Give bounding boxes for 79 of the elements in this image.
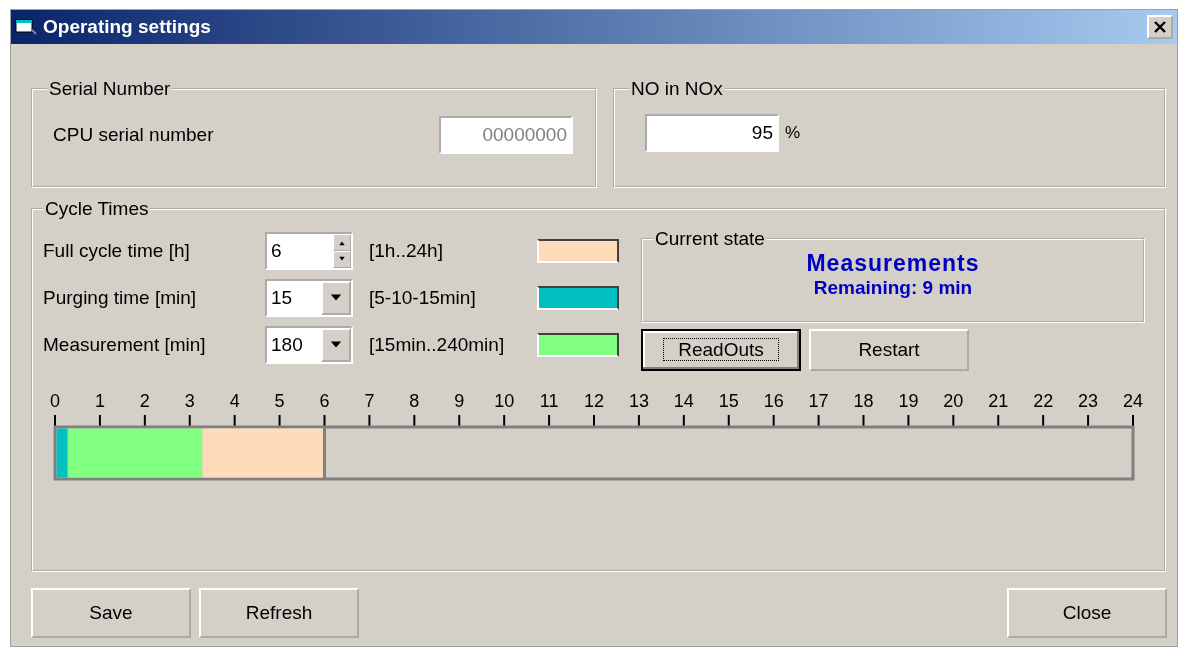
tick-label: 2 bbox=[139, 391, 150, 411]
close-button[interactable] bbox=[1147, 15, 1173, 39]
window-title: Operating settings bbox=[43, 16, 212, 38]
field-label: CPU serial number bbox=[53, 124, 214, 146]
tick-label: 17 bbox=[808, 391, 829, 411]
tick-mark bbox=[952, 414, 955, 428]
setting-label: Full cycle time [h] bbox=[43, 240, 191, 262]
refresh-button[interactable]: Refresh bbox=[199, 588, 359, 638]
tick-label: 20 bbox=[943, 391, 964, 411]
tick-label: 1 bbox=[94, 391, 105, 411]
dropdown[interactable]: 15 bbox=[265, 279, 353, 317]
tick-mark bbox=[907, 414, 910, 428]
tick-label: 24 bbox=[1123, 391, 1143, 411]
tick-label: 21 bbox=[988, 391, 1009, 411]
percentage-field[interactable]: 95 bbox=[645, 114, 779, 152]
tick-mark bbox=[503, 414, 506, 428]
spin-up-icon[interactable] bbox=[333, 234, 351, 251]
close-icon bbox=[1153, 21, 1167, 33]
range-label: [5-10-15min] bbox=[369, 287, 477, 309]
tick-mark bbox=[862, 414, 865, 428]
range-label: [15min..240min] bbox=[369, 334, 506, 356]
state-name: Measurements bbox=[805, 250, 981, 277]
tick-mark bbox=[323, 414, 326, 428]
setting-label: Purging time [min] bbox=[43, 287, 198, 309]
readouts-button[interactable]: ReadOuts bbox=[641, 329, 801, 371]
tick-label: 7 bbox=[364, 391, 375, 411]
tick-label: 4 bbox=[229, 391, 240, 411]
tick-label: 13 bbox=[628, 391, 649, 411]
tick-label: 16 bbox=[763, 391, 784, 411]
group-title: Serial Number bbox=[48, 78, 172, 100]
tick-label: 14 bbox=[673, 391, 694, 411]
group-title: Current state bbox=[654, 228, 766, 250]
tick-mark bbox=[458, 414, 461, 428]
restart-button[interactable]: Restart bbox=[809, 329, 969, 371]
tick-mark bbox=[637, 414, 640, 428]
window-icon bbox=[15, 18, 37, 36]
tick-mark bbox=[1132, 414, 1134, 428]
group-title: NO in NOx bbox=[630, 78, 724, 100]
tick-mark bbox=[188, 414, 191, 428]
tick-mark bbox=[997, 414, 1000, 428]
spin-box[interactable]: 6 bbox=[265, 232, 353, 270]
tick-label: 8 bbox=[409, 391, 420, 411]
tick-mark bbox=[98, 414, 101, 428]
tick-label: 23 bbox=[1078, 391, 1099, 411]
tick-label: 5 bbox=[274, 391, 285, 411]
tick-mark bbox=[368, 414, 371, 428]
tick-mark bbox=[1042, 414, 1045, 428]
tick-mark bbox=[278, 414, 281, 428]
tick-label: 19 bbox=[898, 391, 919, 411]
group-title: Cycle Times bbox=[44, 198, 150, 220]
dropdown[interactable]: 180 bbox=[265, 326, 353, 364]
tick-label: 3 bbox=[184, 391, 195, 411]
tick-mark bbox=[1087, 414, 1090, 428]
tick-mark bbox=[682, 414, 685, 428]
range-label: [1h..24h] bbox=[369, 240, 444, 262]
remaining-time: Remaining: 9 min bbox=[812, 277, 974, 299]
tick-label: 22 bbox=[1033, 391, 1054, 411]
tick-mark bbox=[54, 414, 56, 428]
tick-mark bbox=[817, 414, 820, 428]
tick-mark bbox=[233, 414, 236, 428]
save-button[interactable]: Save bbox=[31, 588, 191, 638]
tick-label: 15 bbox=[718, 391, 739, 411]
tick-label: 6 bbox=[319, 391, 330, 411]
tick-label: 10 bbox=[494, 391, 515, 411]
spin-down-icon[interactable] bbox=[333, 251, 351, 268]
tick-label: 9 bbox=[454, 391, 465, 411]
tick-label: 11 bbox=[539, 391, 559, 411]
tick-label: 0 bbox=[50, 391, 60, 411]
unit-label: % bbox=[785, 123, 801, 143]
close-button[interactable]: Close bbox=[1007, 588, 1167, 638]
tick-mark bbox=[413, 414, 416, 428]
setting-label: Measurement [min] bbox=[43, 334, 207, 356]
tick-label: 12 bbox=[584, 391, 604, 411]
tick-label: 18 bbox=[853, 391, 874, 411]
tick-mark bbox=[143, 414, 146, 428]
tick-mark bbox=[772, 414, 775, 428]
tick-mark bbox=[727, 414, 730, 428]
tick-mark bbox=[593, 414, 595, 428]
tick-mark bbox=[548, 414, 551, 428]
